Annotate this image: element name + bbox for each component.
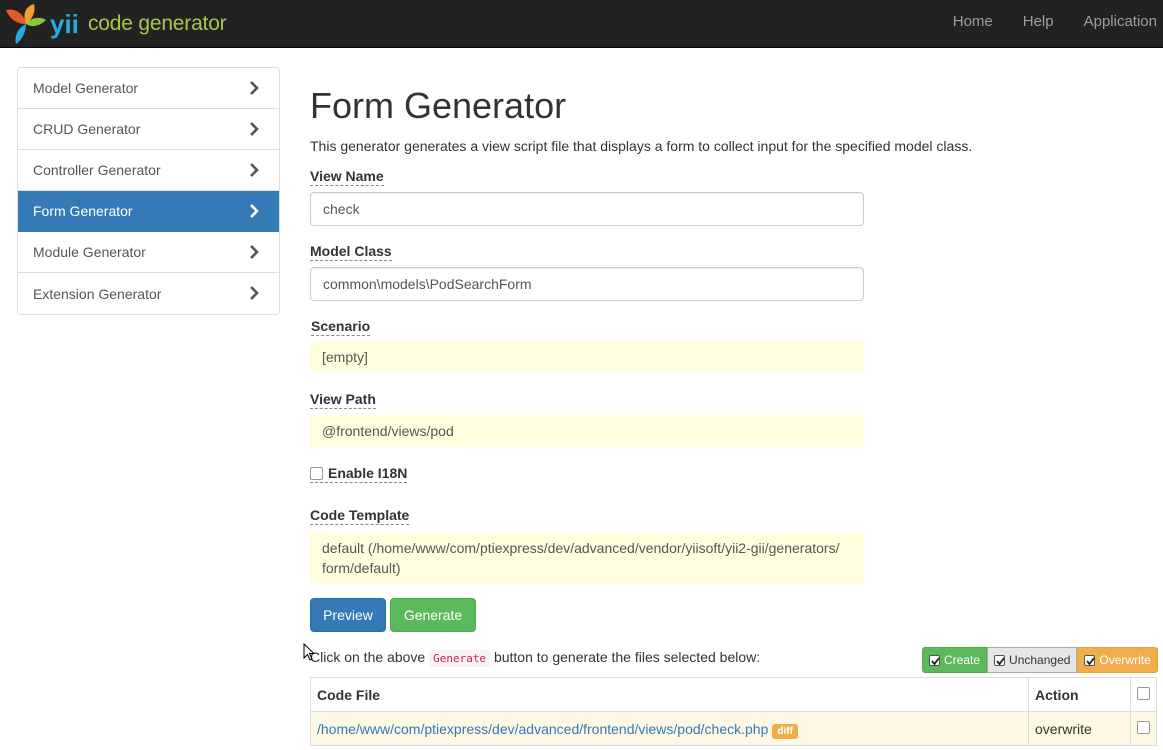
view-name-label: View Name bbox=[310, 168, 384, 186]
chevron-right-icon bbox=[250, 245, 259, 259]
chevron-right-icon bbox=[250, 204, 259, 218]
nav-application[interactable]: Application bbox=[1069, 0, 1163, 48]
sidebar-item-label: CRUD Generator bbox=[33, 121, 141, 137]
action-header: Action bbox=[1028, 677, 1131, 712]
chevron-right-icon bbox=[250, 122, 259, 136]
code-file-header: Code File bbox=[310, 677, 1029, 712]
chevron-right-icon bbox=[250, 286, 259, 300]
model-class-label: Model Class bbox=[310, 243, 392, 261]
file-status-legend: Create Unchanged Overwrite bbox=[922, 647, 1158, 673]
sidebar-item-controller-generator[interactable]: Controller Generator bbox=[18, 150, 279, 191]
page-title: Form Generator bbox=[310, 85, 567, 126]
brand-logo-text: yii bbox=[50, 9, 79, 39]
row-select-checkbox[interactable] bbox=[1137, 720, 1150, 734]
generate-button[interactable]: Generate bbox=[390, 598, 476, 632]
select-all-checkbox[interactable] bbox=[1137, 686, 1150, 700]
file-cell: /home/www/com/ptiexpress/dev/advanced/fr… bbox=[310, 711, 1029, 746]
sidebar-item-module-generator[interactable]: Module Generator bbox=[18, 232, 279, 273]
check-icon bbox=[1084, 654, 1096, 666]
enable-i18n-checkbox[interactable] bbox=[310, 466, 323, 480]
enable-i18n-toggle[interactable]: Enable I18N bbox=[310, 465, 408, 483]
generate-instructions: Click on the above Generate button to ge… bbox=[310, 649, 761, 667]
sidebar-item-label: Module Generator bbox=[33, 244, 146, 260]
model-class-input[interactable]: common\models\PodSearchForm bbox=[310, 267, 864, 301]
page-description: This generator generates a view script f… bbox=[310, 138, 973, 154]
select-cell bbox=[1130, 711, 1157, 746]
yii-logo-icon: yii bbox=[2, 2, 86, 46]
brand[interactable]: yii code generator bbox=[2, 0, 227, 48]
scenario-field[interactable]: [empty] bbox=[310, 342, 864, 373]
sidebar-item-label: Controller Generator bbox=[33, 162, 161, 178]
generator-list: Model Generator CRUD Generator Controlle… bbox=[17, 67, 280, 315]
top-nav: Home Help Application bbox=[938, 0, 1163, 48]
select-all-cell bbox=[1130, 677, 1157, 712]
legend-overwrite-toggle[interactable]: Overwrite bbox=[1077, 647, 1158, 673]
view-path-field[interactable]: @frontend/views/pod bbox=[310, 415, 864, 447]
sidebar-item-label: Form Generator bbox=[33, 203, 133, 219]
legend-unchanged-label: Unchanged bbox=[1009, 653, 1071, 667]
legend-create-toggle[interactable]: Create bbox=[922, 647, 988, 673]
nav-home[interactable]: Home bbox=[938, 0, 1008, 48]
legend-overwrite-label: Overwrite bbox=[1099, 653, 1151, 667]
info-text-after: button to generate the files selected be… bbox=[493, 649, 761, 665]
legend-create-label: Create bbox=[944, 653, 981, 667]
sidebar-item-label: Extension Generator bbox=[33, 285, 162, 302]
sidebar-item-label: Model Generator bbox=[33, 80, 139, 96]
sidebar-item-crud-generator[interactable]: CRUD Generator bbox=[18, 109, 279, 150]
code-template-label: Code Template bbox=[310, 507, 410, 525]
enable-i18n-label: Enable I18N bbox=[328, 465, 408, 481]
file-link[interactable]: /home/www/com/ptiexpress/dev/advanced/fr… bbox=[317, 721, 768, 737]
code-template-field[interactable]: default (/home/www/com/ptiexpress/dev/ad… bbox=[310, 532, 864, 583]
nav-help[interactable]: Help bbox=[1008, 0, 1069, 48]
view-path-label: View Path bbox=[310, 391, 376, 409]
preview-button[interactable]: Preview bbox=[310, 598, 386, 632]
sidebar-item-form-generator[interactable]: Form Generator bbox=[18, 191, 279, 232]
navbar: yii code generator Home Help Application bbox=[0, 0, 1163, 48]
brand-title[interactable]: code generator bbox=[88, 12, 227, 36]
action-cell: overwrite bbox=[1028, 711, 1131, 746]
diff-badge[interactable]: diff bbox=[772, 723, 798, 739]
check-icon bbox=[929, 654, 940, 666]
chevron-right-icon bbox=[250, 81, 259, 95]
sidebar-item-model-generator[interactable]: Model Generator bbox=[18, 68, 279, 109]
info-text-before: Click on the above bbox=[310, 649, 426, 665]
legend-unchanged-toggle[interactable]: Unchanged bbox=[987, 647, 1078, 673]
table-header-row: Code File Action bbox=[310, 677, 1157, 712]
chevron-right-icon bbox=[250, 163, 259, 177]
code-template-value-line1: default (/home/www/com/ptiexpress/dev/ad… bbox=[322, 540, 840, 556]
view-name-input[interactable]: check bbox=[310, 192, 864, 226]
check-icon bbox=[994, 654, 1006, 666]
mouse-cursor-icon bbox=[303, 643, 315, 661]
table-row: /home/www/com/ptiexpress/dev/advanced/fr… bbox=[310, 711, 1157, 746]
code-template-value-line2: form/default) bbox=[322, 560, 401, 576]
sidebar-item-extension-generator[interactable]: Extension Generator bbox=[18, 273, 279, 314]
generate-code-label: Generate bbox=[429, 650, 491, 667]
scenario-label: Scenario bbox=[311, 318, 371, 336]
files-table: Code File Action /home/www/com/ptiexpres… bbox=[310, 677, 1157, 746]
